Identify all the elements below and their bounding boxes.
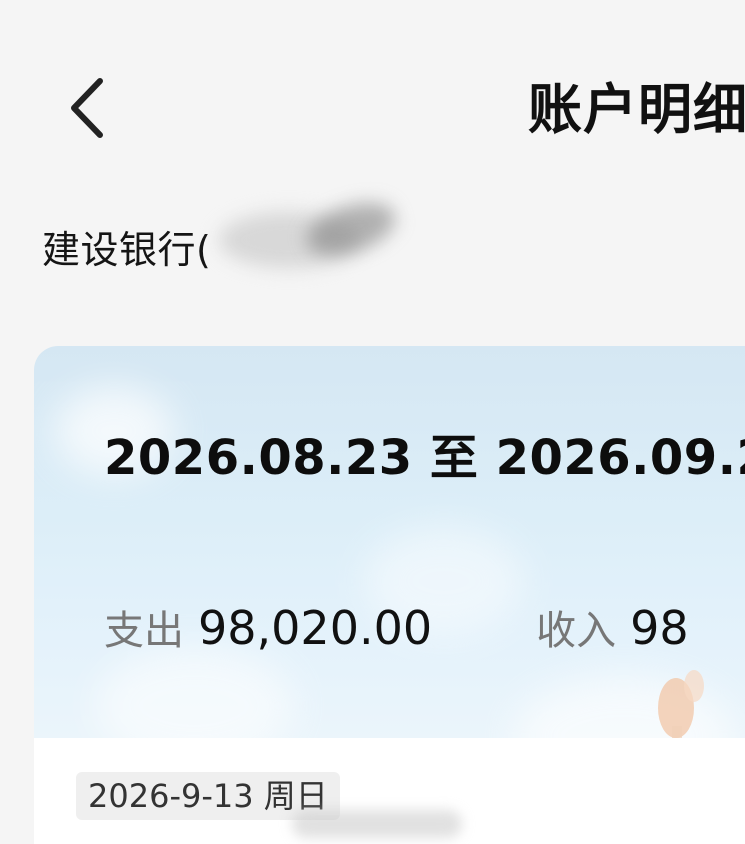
page-title: 账户明细 xyxy=(528,78,745,141)
totals-row: 支出 98,020.00 收入 98 xyxy=(104,598,689,662)
bank-name: 建设银行( xyxy=(42,227,212,272)
chevron-left-icon xyxy=(71,78,103,138)
date-range[interactable]: 2026.08.23 至 2026.09.2 xyxy=(104,426,745,490)
redacted-content xyxy=(292,810,462,838)
income-value: 98 xyxy=(630,601,689,655)
account-number-redacted xyxy=(213,192,403,292)
income-label: 收入 xyxy=(536,608,617,654)
income-group: 收入 98 xyxy=(536,598,689,656)
decorative-sprout-icon xyxy=(658,670,704,746)
back-button[interactable] xyxy=(52,70,122,146)
account-details-screen: 账户明细 建设银行( 2026.08.23 至 2026.09.2 支出 98,… xyxy=(0,0,745,844)
account-selector[interactable]: 建设银行( xyxy=(42,192,403,278)
summary-card: 2026.08.23 至 2026.09.2 支出 98,020.00 收入 9… xyxy=(34,346,745,766)
transaction-list: 2026-9-13 周日 xyxy=(34,738,745,844)
expense-value: 98,020.00 xyxy=(198,601,433,655)
expense-label: 支出 xyxy=(104,608,184,654)
